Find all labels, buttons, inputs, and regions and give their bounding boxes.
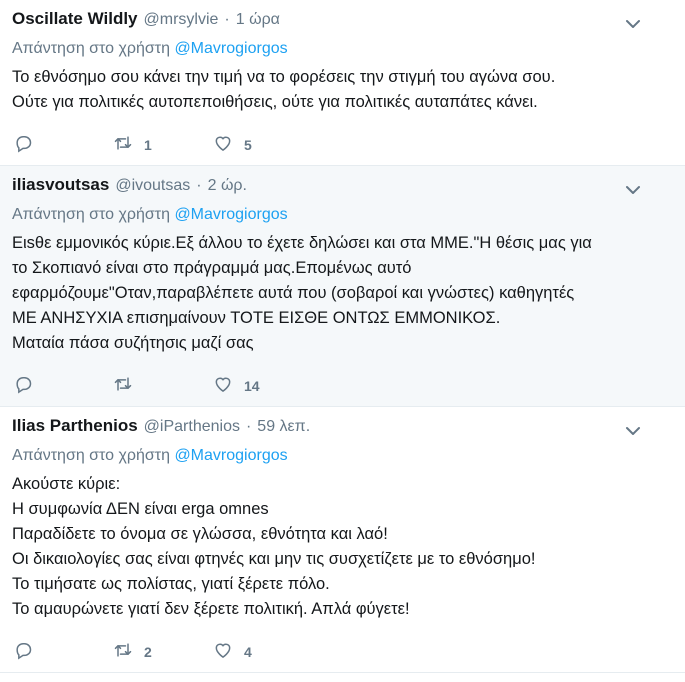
retweet-button[interactable]: 1 (112, 133, 212, 158)
reply-icon (12, 133, 34, 158)
reply-context: Απάντηση στο χρήστη @Mavrogiorgos (12, 39, 673, 59)
tweet-header: iliasvoutsas @ivoutsas · 2 ώρ. (12, 175, 673, 199)
tweet-text-line: Το εθνόσημο σου κάνει την τιμή να το φορ… (12, 68, 556, 86)
tweet-text-line: Ούτε για πολιτικές αυτοπεποιθήσεις, ούτε… (12, 93, 538, 111)
heart-icon (212, 640, 234, 665)
reply-prefix: Απάντηση στο χρήστη (12, 40, 170, 57)
tweet-actions: 2 4 (12, 634, 673, 670)
retweet-count: 1 (144, 137, 152, 153)
tweet-text: Ακούστε κύριε: Η συμφωνία ΔΕΝ είναι erga … (12, 472, 673, 622)
retweet-icon (112, 374, 134, 399)
tweet-header: Oscillate Wildly @mrsylvie · 1 ώρα (12, 9, 673, 33)
heart-icon (212, 374, 234, 399)
heart-icon (212, 133, 234, 158)
author-name[interactable]: iliasvoutsas (12, 175, 109, 195)
separator-dot: · (196, 177, 202, 194)
retweet-button[interactable] (112, 374, 212, 399)
tweet-text-line: εφαρμόζουμε"Οταν,παραβλέπετε αυτά που (σ… (12, 284, 575, 302)
like-button[interactable]: 5 (212, 133, 312, 158)
tweet-text-line: Ματαία πάσα συζήτησις μαζί σας (12, 334, 254, 352)
chevron-down-icon[interactable] (625, 423, 641, 435)
reply-prefix: Απάντηση στο χρήστη (12, 206, 170, 223)
author-handle[interactable]: @iParthenios (144, 418, 240, 436)
author-handle[interactable]: @mrsylvie (144, 11, 219, 29)
tweet-actions: 1 5 (12, 127, 673, 163)
reply-context: Απάντηση στο χρήστη @Mavrogiorgos (12, 446, 673, 466)
tweet[interactable]: iliasvoutsas @ivoutsas · 2 ώρ. Απάντηση … (0, 166, 685, 407)
tweet-text-line: Ακούστε κύριε: (12, 475, 121, 493)
separator-dot: · (245, 418, 252, 435)
tweet-text: Το εθνόσημο σου κάνει την τιμή να το φορ… (12, 65, 673, 115)
reply-icon (12, 374, 34, 399)
author-name[interactable]: Ilias Parthenios (12, 416, 138, 436)
like-button[interactable]: 14 (212, 374, 312, 399)
tweet-text-line: Ειsθε εμμονικός κύριε.Εξ άλλου το έχετε … (12, 234, 592, 252)
author-name[interactable]: Oscillate Wildly (12, 9, 138, 29)
like-count: 14 (244, 378, 260, 394)
tweet-text-line: Το τιμήσατε ως πολίστας, γιατί ξέρετε πό… (12, 575, 330, 593)
tweet-header: Ilias Parthenios @iParthenios · 59 λεπ. (12, 416, 673, 440)
tweet-text-line: Οι δικαιολογίες σας είναι φτηνές και μην… (12, 550, 536, 568)
like-count: 4 (244, 644, 252, 660)
reply-icon (12, 640, 34, 665)
timestamp[interactable]: 2 ώρ. (208, 177, 247, 195)
reply-mention-link[interactable]: @Mavrogiorgos (174, 40, 287, 57)
timestamp[interactable]: 1 ώρα (236, 11, 280, 29)
reply-button[interactable] (12, 374, 112, 399)
tweet-text-line: το Σκοπιανό είναι στο πράγραμμά μας.Επομ… (12, 259, 412, 277)
tweet-actions: 14 (12, 368, 673, 404)
chevron-down-icon[interactable] (625, 182, 641, 194)
retweet-button[interactable]: 2 (112, 640, 212, 665)
retweet-icon (112, 640, 134, 665)
tweet-text: Ειsθε εμμονικός κύριε.Εξ άλλου το έχετε … (12, 231, 673, 356)
reply-button[interactable] (12, 640, 112, 665)
like-button[interactable]: 4 (212, 640, 312, 665)
author-handle[interactable]: @ivoutsas (115, 177, 190, 195)
tweet-text-line: ΜΕ ΑΝΗΣΥΧΙΑ επισημαίνουν ΤΟΤΕ ΕΙΣΘΕ ΟΝΤΩ… (12, 309, 501, 327)
tweet[interactable]: Ilias Parthenios @iParthenios · 59 λεπ. … (0, 407, 685, 673)
tweet[interactable]: Oscillate Wildly @mrsylvie · 1 ώρα Απάντ… (0, 0, 685, 166)
reply-mention-link[interactable]: @Mavrogiorgos (174, 206, 287, 223)
timeline: Oscillate Wildly @mrsylvie · 1 ώρα Απάντ… (0, 0, 685, 673)
separator-dot: · (224, 11, 230, 28)
reply-prefix: Απάντηση στο χρήστη (12, 447, 170, 464)
tweet-text-line: Η συμφωνία ΔΕΝ είναι erga omnes (12, 500, 269, 518)
chevron-down-icon[interactable] (625, 16, 641, 28)
reply-mention-link[interactable]: @Mavrogiorgos (174, 447, 287, 464)
retweet-icon (112, 133, 134, 158)
reply-context: Απάντηση στο χρήστη @Mavrogiorgos (12, 205, 673, 225)
tweet-text-line: Παραδίδετε το όνομα σε γλώσσα, εθνότητα … (12, 525, 388, 543)
timestamp[interactable]: 59 λεπ. (257, 418, 310, 436)
tweet-text-line: Το αμαυρώνετε γιατί δεν ξέρετε πολιτική.… (12, 600, 410, 618)
like-count: 5 (244, 137, 252, 153)
retweet-count: 2 (144, 644, 152, 660)
reply-button[interactable] (12, 133, 112, 158)
